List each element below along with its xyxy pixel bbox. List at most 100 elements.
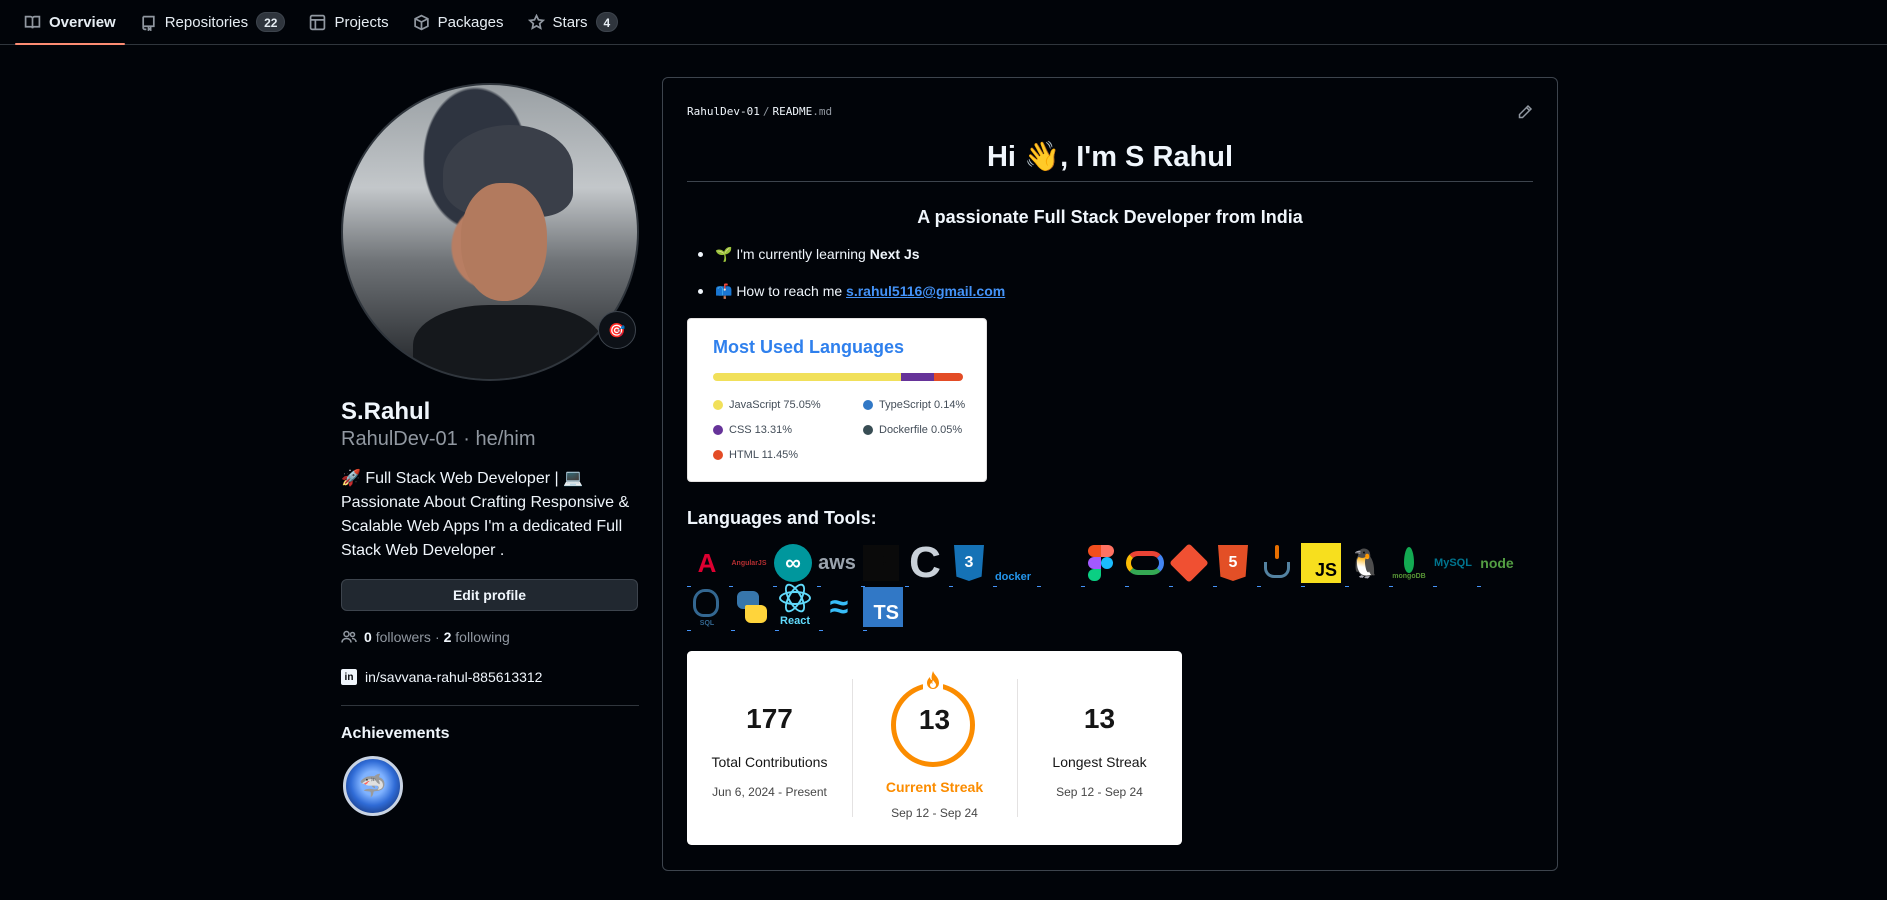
followers-count: 0 [364, 629, 372, 645]
readme-list: 🌱 I'm currently learning Next Js 📫 How t… [687, 243, 1005, 317]
tab-stars[interactable]: Stars 4 [519, 0, 628, 44]
language-dot [863, 425, 873, 435]
breadcrumb-separator: / [762, 105, 770, 118]
following-count: 2 [443, 629, 452, 645]
total-contributions-stat: 177 Total Contributions Jun 6, 2024 - Pr… [687, 651, 852, 845]
table-icon [310, 14, 326, 30]
language-dot [713, 450, 723, 460]
profile-tabs: Overview Repositories 22 Projects Packag… [0, 0, 1887, 45]
total-contributions-value: 177 [746, 703, 793, 734]
language-label: HTML 11.45% [729, 449, 799, 461]
tab-projects-label: Projects [334, 13, 389, 31]
readme-repo-link[interactable]: RahulDev-01 [687, 105, 760, 118]
edit-readme-button[interactable] [1517, 104, 1533, 120]
tools-heading: Languages and Tools: [687, 508, 877, 528]
nodejs-icon[interactable]: node [1477, 543, 1517, 587]
language-dot [713, 425, 723, 435]
achievement-badge-icon[interactable]: 🦈 [343, 756, 403, 816]
total-contributions-range: Jun 6, 2024 - Present [712, 785, 827, 799]
sidebar-divider [341, 705, 639, 706]
profile-readme: RahulDev-01/README.md Hi 👋, I'm S Rahul … [662, 77, 1558, 871]
pencil-icon [1518, 104, 1533, 119]
postgresql-icon[interactable]: SQL [687, 587, 727, 631]
gcp-icon[interactable] [1125, 543, 1165, 587]
language-css: CSS 13.31% [713, 424, 792, 436]
star-icon [527, 13, 545, 30]
profile-username: RahulDev-01 · he/him [341, 428, 536, 450]
reach-prefix: 📫 How to reach me [715, 283, 847, 299]
current-streak-range: Sep 12 - Sep 24 [891, 806, 978, 820]
readme-subtitle: A passionate Full Stack Developer from I… [917, 207, 1303, 227]
current-streak-stat: 13 Current Streak Sep 12 - Sep 24 [852, 651, 1017, 845]
angularjs-icon[interactable]: AngularJS [729, 543, 769, 587]
profile-bio: 🚀 Full Stack Web Developer | 💻 Passionat… [341, 470, 630, 559]
language-label: TypeScript 0.14% [879, 399, 966, 411]
language-bar-segment [713, 373, 901, 381]
language-label: Dockerfile 0.05% [879, 424, 963, 436]
longest-streak-value: 13 [1083, 703, 1116, 734]
longest-streak-range: Sep 12 - Sep 24 [1056, 785, 1143, 799]
linkedin-icon: in [341, 669, 357, 685]
language-dot [863, 400, 873, 410]
flame-icon [923, 669, 943, 693]
mysql-icon[interactable]: MySQL [1433, 543, 1473, 587]
tailwind-icon[interactable]: ≈ [819, 587, 859, 631]
language-html: HTML 11.45% [713, 449, 798, 461]
tab-repositories[interactable]: Repositories 22 [131, 0, 295, 44]
language-label: JavaScript 75.05% [729, 399, 821, 411]
figma-icon[interactable] [1081, 543, 1121, 587]
languages-card-title: Most Used Languages [713, 337, 905, 357]
mongodb-icon[interactable]: mongoDB [1389, 543, 1429, 587]
readme-heading: Hi 👋, I'm S Rahul [986, 141, 1234, 173]
followers-link[interactable]: 0 followers [364, 629, 431, 645]
git-icon[interactable] [1169, 543, 1209, 587]
arduino-icon[interactable]: ∞ [773, 543, 813, 587]
linkedin-handle: in/savvana-rahul-885613312 [365, 669, 543, 685]
language-dot [713, 400, 723, 410]
current-streak-label: Current Streak [885, 779, 984, 795]
language-bar-segment [900, 373, 935, 381]
following-link[interactable]: 2 following [444, 629, 510, 645]
react-icon[interactable]: React [775, 580, 815, 631]
achievements-heading: Achievements [341, 725, 450, 742]
status-emoji-button[interactable]: 🎯 [598, 311, 636, 349]
longest-streak-label: Longest Streak [1052, 754, 1147, 770]
linux-icon[interactable]: 🐧 [1345, 543, 1385, 587]
github-streak-card[interactable]: 177 Total Contributions Jun 6, 2024 - Pr… [687, 651, 1182, 845]
typescript-icon[interactable]: TS [863, 587, 903, 631]
longest-streak-stat: 13 Longest Streak Sep 12 - Sep 24 [1017, 651, 1182, 845]
tab-packages[interactable]: Packages [404, 0, 513, 44]
java-icon[interactable] [1257, 543, 1297, 587]
aws-icon[interactable]: aws [817, 543, 857, 587]
book-icon [24, 15, 41, 29]
package-icon [413, 14, 429, 30]
language-dockerfile: Dockerfile 0.05% [863, 424, 962, 436]
css3-icon[interactable]: 3 [949, 543, 989, 587]
readme-file-name: README [772, 105, 813, 118]
docker-icon[interactable]: docker [993, 543, 1033, 587]
most-used-languages-card[interactable]: Most Used Languages JavaScript 75.05% Ty… [687, 318, 987, 482]
angular-icon[interactable]: A [687, 543, 727, 587]
html5-icon[interactable]: 5 [1213, 543, 1253, 587]
tab-packages-label: Packages [437, 13, 504, 31]
linkedin-link[interactable]: in in/savvana-rahul-885613312 [341, 669, 542, 685]
edit-profile-button[interactable]: Edit profile [341, 579, 638, 611]
current-streak-value: 13 [918, 704, 951, 735]
language-bar-segment [934, 373, 963, 381]
javascript-icon[interactable]: JS [1301, 543, 1341, 587]
languages-progress-bar [713, 373, 963, 381]
email-link[interactable]: s.rahul5116@gmail.com [846, 283, 1005, 299]
c-icon[interactable]: C [905, 538, 945, 587]
tab-overview[interactable]: Overview [15, 0, 125, 45]
tab-projects[interactable]: Projects [300, 0, 397, 44]
avatar[interactable] [341, 83, 639, 381]
python-icon[interactable] [731, 587, 771, 631]
followers-label: followers [375, 629, 431, 645]
language-label: CSS 13.31% [729, 424, 792, 436]
heading-divider [687, 181, 1533, 182]
profile-name: S.Rahul [341, 398, 431, 425]
learning-prefix: 🌱 I'm currently learning [715, 246, 870, 262]
express-icon[interactable] [1037, 543, 1077, 587]
bootstrap-icon[interactable]: B [861, 543, 901, 587]
total-contributions-label: Total Contributions [711, 754, 828, 770]
